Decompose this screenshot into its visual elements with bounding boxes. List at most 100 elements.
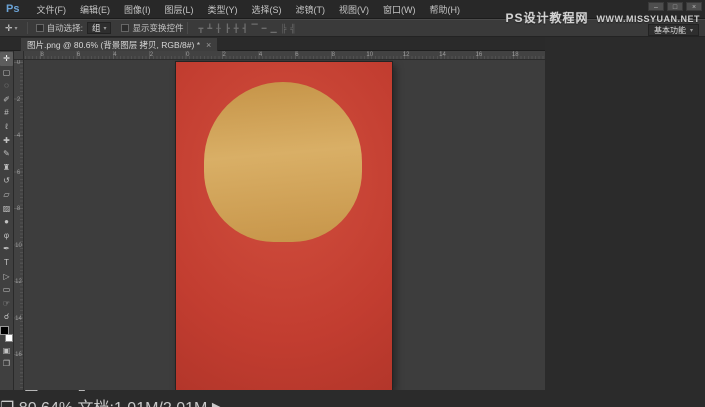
auto-select-label: 自动选择: [46,23,83,33]
pen-tool[interactable]: ✒ [0,242,13,256]
blur-tool[interactable]: ● [0,215,13,229]
background-color-swatch[interactable] [5,333,13,342]
ruler-label: 14 [15,315,22,322]
status-bar: ❐ 80.64% 文档:1.01M/2.01M ▶ [0,394,705,407]
screen-mode-button[interactable]: ❐ [0,357,13,371]
ruler-label: 0 [16,60,21,66]
status-expand-icon[interactable]: ▶ [212,400,224,407]
document-viewport[interactable] [24,60,545,390]
auto-select-checkbox[interactable] [35,24,44,32]
tool-preset-picker[interactable]: ✛ ▾ [0,23,23,34]
shape-tool[interactable]: ▭ [0,283,13,297]
show-transform-label: 显示变换控件 [132,23,184,33]
align-icon[interactable]: ┻ [207,24,212,33]
ruler-label: 10 [15,242,22,249]
move-tool-icon: ✛ [5,22,13,33]
divider [26,22,28,34]
ruler-label: 10 [366,52,374,58]
document-tab[interactable]: 图片.png @ 80.6% (背景图层 拷贝, RGB/8#) * × [20,37,219,51]
align-icon[interactable]: ▔ [251,24,257,33]
ps-logo: Ps [6,3,20,15]
crop-tool[interactable]: # [0,106,13,120]
align-icon[interactable]: ┫ [243,24,248,33]
minimize-button[interactable]: – [648,2,664,11]
maximize-button[interactable]: □ [667,2,683,11]
chevron-down-icon: ▾ [103,25,107,32]
window-icon: ❐ [0,400,14,407]
align-icon[interactable]: ┳ [198,24,203,33]
hand-tool[interactable]: ☞ [0,297,13,311]
menu-item[interactable]: 选择(S) [244,3,288,16]
document-size-readout: 文档:1.01M/2.01M [78,400,208,407]
menu-item[interactable]: 编辑(E) [73,3,117,16]
color-swatches[interactable] [0,325,13,342]
history-brush-tool[interactable]: ↺ [0,174,13,188]
document-title: 图片.png @ 80.6% (背景图层 拷贝, RGB/8#) * [27,39,201,50]
align-icon[interactable]: ━ [262,24,267,33]
menu-item[interactable]: 文件(F) [29,3,73,16]
menu-item[interactable]: 图像(I) [117,3,158,16]
align-icon[interactable]: ▁ [270,24,276,33]
chevron-down-icon: ▾ [689,27,693,34]
ruler-label: 2 [149,52,154,58]
ruler-label: 12 [15,279,22,285]
portrait-hair [204,82,362,242]
lasso-tool[interactable]: ◌ [0,79,13,93]
ruler-label: 2 [16,96,21,103]
photoshop-window: Ps 文件(F) 编辑(E) 图像(I) 图层(L) 类型(Y) 选择(S) 滤镜(T) 视图… [0,0,705,407]
chevron-down-icon: ▾ [14,25,18,32]
zoom-tool[interactable]: ☌ [0,310,13,324]
align-icon[interactable]: ╠ [281,24,287,33]
ruler-label: 18 [511,52,519,58]
gradient-tool[interactable]: ▨ [0,202,13,216]
ruler-label: 6 [295,52,299,58]
show-transform-checkbox[interactable] [121,24,130,32]
ruler-label: 4 [16,133,21,139]
tool-options-bar: ✛ ▾ 自动选择: 组 ▾ 显示变换控件 ┳ ┻ ╂ ┣ ╋ ┫ ▔ ━ ▁ ╠ ╣ [0,19,705,37]
align-icon[interactable]: ╋ [234,24,239,33]
eyedropper-tool[interactable]: ℓ [0,120,13,134]
ruler-label: 6 [76,52,81,58]
type-tool[interactable]: T [0,256,13,270]
quick-mask-button[interactable]: ▣ [0,344,13,358]
ruler-label: 16 [15,352,22,358]
photo-canvas[interactable] [176,62,392,390]
healing-brush-tool[interactable]: ✚ [0,134,13,148]
clone-stamp-tool[interactable]: ♜ [0,161,13,175]
ruler-label: 14 [439,52,446,58]
dodge-tool[interactable]: φ [0,229,13,243]
ruler-label: 12 [402,52,410,58]
menu-item[interactable]: 图层(L) [157,3,200,16]
eraser-tool[interactable]: ▱ [0,188,13,202]
ruler-label: 4 [258,52,263,58]
zoom-level-field[interactable]: 80.64% [19,400,73,407]
divider [187,22,189,34]
workspace-label: 基本功能 [653,25,686,35]
menu-item[interactable]: 窗口(W) [376,3,423,16]
align-icon[interactable]: ╂ [216,24,221,33]
menu-bar: 文件(F) 编辑(E) 图像(I) 图层(L) 类型(Y) 选择(S) 滤镜(T) 视图(V)… [29,3,467,16]
quick-select-tool[interactable]: ✐ [0,93,13,107]
foreground-color-swatch[interactable] [0,325,9,335]
title-bar: Ps 文件(F) 编辑(E) 图像(I) 图层(L) 类型(Y) 选择(S) 滤镜(T) 视图… [0,0,705,19]
path-select-tool[interactable]: ▷ [0,270,13,284]
auto-select-dropdown[interactable]: 组 ▾ [86,22,112,34]
align-icon[interactable]: ╣ [290,24,296,33]
marquee-tool[interactable]: ▢ [0,66,13,80]
menu-item[interactable]: 视图(V) [332,3,376,16]
ruler-label: 6 [16,169,21,176]
menu-item[interactable]: 类型(Y) [200,3,244,16]
workspace-switcher[interactable]: 基本功能 ▾ [647,24,699,36]
move-tool[interactable]: ✛ [0,52,13,66]
close-tab-icon[interactable]: × [206,40,211,50]
horizontal-ruler: 8 6 4 2 0 2 4 6 8 10 12 14 16 18 [24,51,545,60]
document-tab-bar: 图片.png @ 80.6% (背景图层 拷贝, RGB/8#) * × [0,37,545,51]
align-icon[interactable]: ┣ [225,24,230,33]
menu-item[interactable]: 帮助(H) [422,3,467,16]
close-button[interactable]: × [686,2,702,11]
menu-item[interactable]: 滤镜(T) [288,3,332,16]
vertical-ruler: 0 2 4 6 8 10 12 14 16 [14,60,24,390]
auto-select-value: 组 [91,23,101,33]
brush-tool[interactable]: ✎ [0,147,13,161]
window-controls: – □ × [648,2,702,11]
